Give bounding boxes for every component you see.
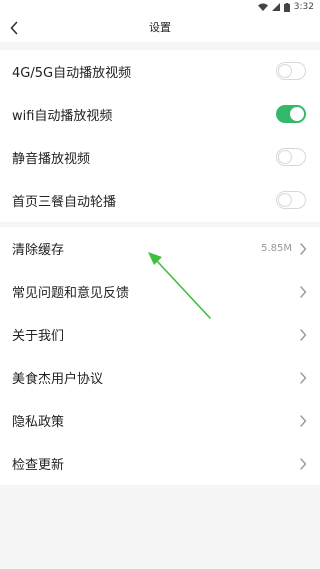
setting-label: 静音播放视频 [12,152,91,167]
toggle-knob [290,107,304,121]
setting-row-meal-carousel: 首页三餐自动轮播 [0,179,320,222]
setting-label: 4G/5G自动播放视频 [12,66,132,81]
menu-item-about-us[interactable]: 关于我们 [0,313,320,356]
menu-item-label: 常见问题和意见反馈 [12,286,130,301]
chevron-right-icon [300,415,307,427]
menu-item-clear-cache[interactable]: 清除缓存 5.85M [0,227,320,270]
menu-item-label: 隐私政策 [12,415,65,430]
status-bar: 3:32 [0,0,320,14]
setting-label: wifi自动播放视频 [12,109,113,124]
page-title: 设置 [149,21,171,34]
chevron-right-icon [300,286,307,298]
setting-row-wifi-autoplay: wifi自动播放视频 [0,93,320,136]
toggle-meal-carousel[interactable] [276,191,306,209]
chevron-right-icon [300,372,307,384]
chevron-right-icon [300,243,307,255]
toggle-wifi-autoplay[interactable] [276,105,306,123]
toggle-knob [278,64,292,78]
menu-item-label: 关于我们 [12,329,65,344]
menu-item-privacy-policy[interactable]: 隐私政策 [0,399,320,442]
back-button[interactable] [3,16,25,40]
menu-item-faq-feedback[interactable]: 常见问题和意见反馈 [0,270,320,313]
toggle-knob [278,193,292,207]
chevron-right-icon [300,329,307,341]
signal-icon [271,3,280,11]
status-icons: 3:32 [257,1,314,13]
menu-item-label: 清除缓存 [12,243,65,258]
title-bar: 设置 [0,14,320,42]
battery-icon [283,2,290,12]
autoplay-settings-section: 4G/5G自动播放视频 wifi自动播放视频 静音播放视频 首页三餐自动轮播 [0,50,320,222]
toggle-4g-autoplay[interactable] [276,62,306,80]
toggle-knob [278,150,292,164]
menu-item-label: 检查更新 [12,458,65,473]
chevron-right-icon [300,458,307,470]
setting-row-4g-autoplay: 4G/5G自动播放视频 [0,50,320,93]
cache-size-value: 5.85M [261,243,292,254]
setting-row-mute-playback: 静音播放视频 [0,136,320,179]
menu-item-check-update[interactable]: 检查更新 [0,442,320,485]
menu-item-user-agreement[interactable]: 美食杰用户协议 [0,356,320,399]
setting-label: 首页三餐自动轮播 [12,195,117,210]
wifi-icon [257,3,268,11]
toggle-mute-playback[interactable] [276,148,306,166]
back-arrow-icon [10,21,18,35]
status-time: 3:32 [293,2,314,12]
general-menu-section: 清除缓存 5.85M 常见问题和意见反馈 关于我们 美食杰用户协议 隐私政策 检… [0,227,320,485]
menu-item-label: 美食杰用户协议 [12,372,104,387]
